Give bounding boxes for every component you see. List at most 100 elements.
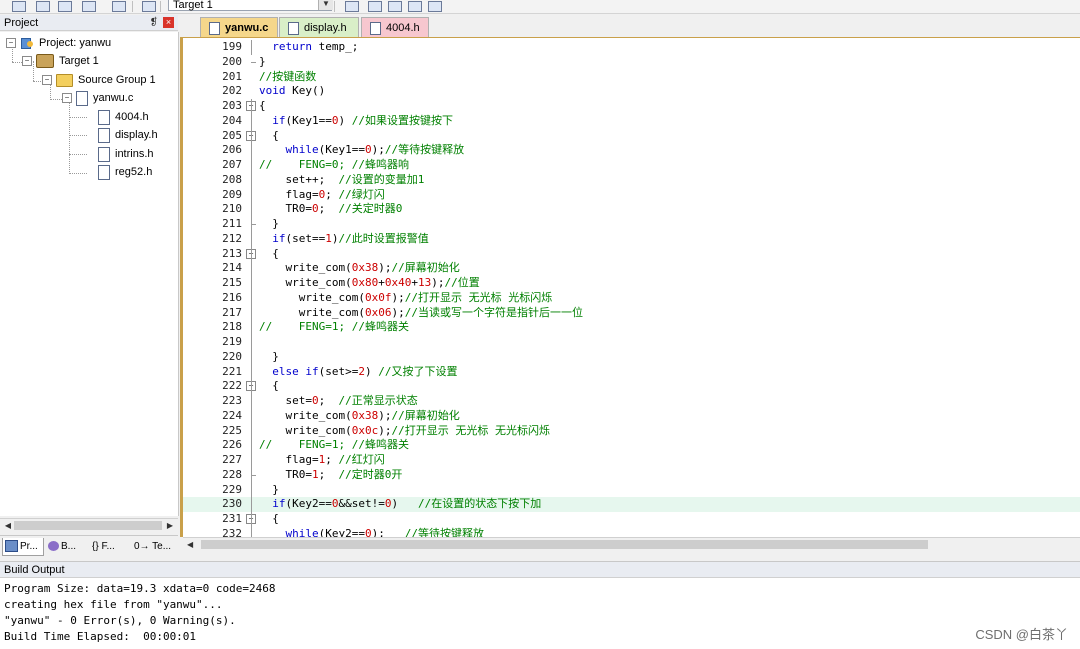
scroll-left-icon[interactable]: ◀ [187,539,193,551]
project-hscrollbar[interactable]: ◀ ▶ [0,518,178,533]
tree-item-label: display.h [115,129,158,141]
scroll-left-icon[interactable]: ◀ [2,520,14,532]
code-line[interactable]: 222− { [183,379,1080,394]
collapse-icon[interactable]: − [22,56,32,67]
code-line[interactable]: 206 while(Key1==0);//等待按键释放 [183,143,1080,158]
scroll-right-icon[interactable]: ▶ [164,520,176,532]
tree-item-label: 4004.h [115,111,149,123]
output-line: creating hex file from "yanwu"... [4,598,223,611]
code-line[interactable]: 213− { [183,247,1080,262]
editor-hscrollbar[interactable]: ◀ [183,537,1080,552]
download-icon[interactable] [142,1,156,12]
code-line[interactable]: 225 write_com(0x0c);//打开显示 无光标 无光标闪烁 [183,424,1080,439]
code-line[interactable]: 200} [183,55,1080,70]
code-text: if(Key2==0&&set!=0) //在设置的状态下按下加 [272,497,542,511]
code-text: write_com(0x0c);//打开显示 无光标 无光标闪烁 [259,423,550,437]
tab-templates[interactable]: 0→ Te... [132,538,176,556]
translate-icon[interactable] [12,1,26,12]
tab-display-h[interactable]: display.h [279,17,359,37]
target-select[interactable]: Target 1 [168,0,332,11]
code-editor[interactable]: 199 return temp_; 200} 201//按键函数 202 void Ke… [180,37,1080,537]
code-line[interactable]: 220 } [183,350,1080,365]
code-line[interactable]: 214 write_com(0x38);//屏幕初始化 [183,261,1080,276]
tree-item-target[interactable]: − Target 1 [22,52,99,70]
select-packs-icon[interactable] [408,1,422,12]
tab-functions[interactable]: {} F... [90,538,130,556]
code-line[interactable]: 228 TR0=1; //定时器0开 [183,468,1080,483]
rebuild-icon[interactable] [58,1,72,12]
code-line[interactable]: 223 set=0; //正常显示状态 [183,394,1080,409]
scroll-thumb[interactable] [201,540,928,549]
pin-icon[interactable]: ❡ [150,15,158,31]
code-line[interactable]: 208 set++; //设置的变量加1 [183,173,1080,188]
code-line[interactable]: 201 //按键函数 [183,70,1080,85]
build-output-header: Build Output [0,561,1080,578]
code-line[interactable]: 216 write_com(0x0f);//打开显示 无光标 光标闪烁 [183,291,1080,306]
code-line[interactable]: 219 [183,335,1080,350]
line-number: 229 [222,482,242,496]
output-line: "yanwu" - 0 Error(s), 0 Warning(s). [4,614,236,627]
code-line[interactable]: 212 if(set==1)//此时设置报警值 [183,232,1080,247]
code-text: { [259,99,266,112]
tree-item-file[interactable]: 4004.h [98,108,149,126]
code-line[interactable]: 224 write_com(0x38);//屏幕初始化 [183,409,1080,424]
output-line: Build Time Elapsed: 00:00:01 [4,630,197,643]
code-line[interactable]: 227 flag=1; //红灯闪 [183,453,1080,468]
project-panel-header: Project ❡ × [0,15,178,31]
collapse-icon[interactable]: − [6,38,16,49]
code-line[interactable]: 230 if(Key2==0&&set!=0) //在设置的状态下按下加 [183,497,1080,512]
code-line[interactable]: 207 // FENG=0; //蜂鸣器响 [183,158,1080,173]
tab-project[interactable]: Pr... [2,538,44,556]
tree-item-file[interactable]: − yanwu.c [62,89,133,107]
tree-item-project[interactable]: − Project: yanwu [6,34,111,52]
code-line[interactable]: 211 } [183,217,1080,232]
tree-item-file[interactable]: display.h [98,126,158,144]
code-line[interactable]: 232 while(Key2==0); //等待按键释放 [183,527,1080,537]
code-text: set++; //设置的变量加1 [259,172,425,186]
tree-item-file[interactable]: reg52.h [98,163,152,181]
code-line[interactable]: 204 if(Key1==0) //如果设置按键按下 [183,114,1080,129]
code-line[interactable]: 199 return temp_; [183,40,1080,55]
code-line[interactable]: 231− { [183,512,1080,527]
tree-item-file[interactable]: intrins.h [98,145,154,163]
code-line[interactable]: 217 write_com(0x06);//当读或写一个字符是指针后一一位 [183,306,1080,321]
code-line[interactable]: 203−{ [183,99,1080,114]
scroll-thumb[interactable] [14,521,162,530]
batch-build-icon[interactable] [82,1,96,12]
code-line[interactable]: 215 write_com(0x80+0x40+13);//位置 [183,276,1080,291]
collapse-icon[interactable]: − [42,75,52,86]
code-line[interactable]: 229 } [183,483,1080,498]
code-text: TR0=1; //定时器0开 [259,467,403,481]
tab-label: Pr... [20,541,38,552]
code-text: else if(set>=2) //又按了下设置 [272,364,458,378]
code-text: write_com(0x38);//屏幕初始化 [259,261,460,275]
code-line[interactable]: 205− { [183,129,1080,144]
tab-books[interactable]: B... [46,538,86,556]
watermark: CSDN @白茶丫 [975,627,1068,642]
target-options-icon[interactable] [345,1,359,12]
code-line[interactable]: 218 // FENG=1; //蜂鸣器关 [183,320,1080,335]
tab-yanwu-c[interactable]: yanwu.c [200,17,278,37]
manage-components-icon[interactable] [388,1,402,12]
code-line[interactable]: 226 // FENG=1; //蜂鸣器关 [183,438,1080,453]
close-icon[interactable]: × [163,17,174,28]
run-time-env-icon[interactable] [428,1,442,12]
toolbar-separator [334,1,335,12]
chevron-down-icon[interactable]: ▼ [318,0,333,10]
file-icon [98,109,110,125]
collapse-icon[interactable]: − [62,93,72,104]
code-line[interactable]: 209 flag=0; //绿灯闪 [183,188,1080,203]
build-icon[interactable] [36,1,50,12]
code-line[interactable]: 210 TR0=0; //关定时器0 [183,202,1080,217]
file-icon [288,22,299,35]
stop-build-icon[interactable] [112,1,126,12]
code-line[interactable]: 202 void Key() [183,84,1080,99]
code-line[interactable]: 221 else if(set>=2) //又按了下设置 [183,365,1080,380]
tree-item-label: Source Group 1 [78,74,156,86]
file-extensions-icon[interactable] [368,1,382,12]
code-text: TR0=0; //关定时器0 [259,202,403,216]
tree-item-source-group[interactable]: − Source Group 1 [42,71,156,89]
toolbar-separator [132,1,133,12]
line-number: 215 [222,276,242,289]
tab-4004-h[interactable]: 4004.h [361,17,429,37]
